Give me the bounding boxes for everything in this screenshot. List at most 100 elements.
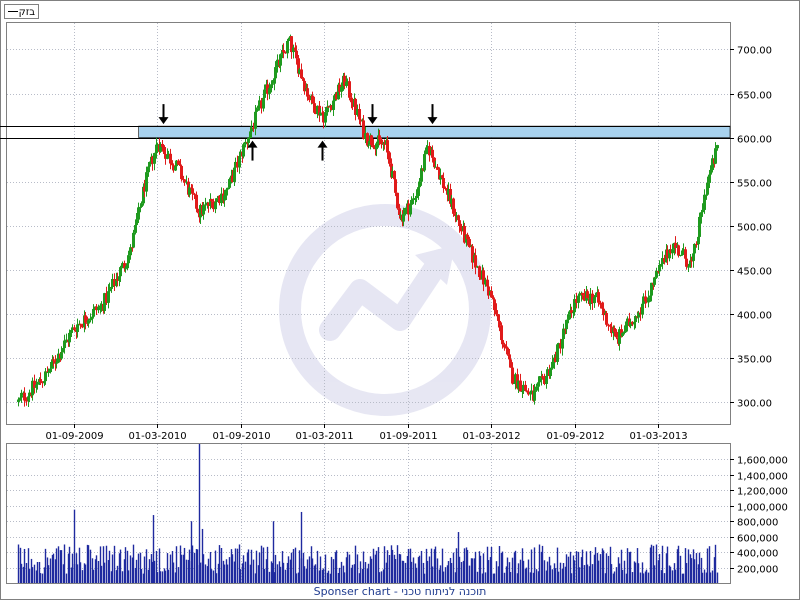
candle-body	[132, 232, 135, 248]
candle-body	[47, 372, 50, 374]
candle-body	[140, 203, 143, 207]
candle-body	[458, 220, 461, 227]
candle-body	[410, 199, 413, 205]
candle-body	[25, 400, 28, 402]
candle-body	[110, 286, 113, 289]
candle-body	[306, 88, 309, 97]
candle-body	[247, 138, 250, 143]
price-tick-label: 650.00	[737, 91, 772, 102]
candle-body	[490, 290, 493, 298]
volume-tick-label: 1,400,000	[737, 472, 788, 483]
candle-body	[701, 209, 704, 213]
candle-body	[119, 267, 122, 277]
candle-body	[242, 144, 245, 157]
candle-body	[436, 166, 439, 170]
candle-body	[68, 332, 71, 343]
candle-body	[161, 143, 164, 148]
date-tick-label: 01-09-2009	[45, 431, 103, 442]
candle-body	[39, 379, 42, 383]
candle-body	[129, 247, 132, 256]
candle-body	[693, 243, 696, 254]
candle-body	[380, 139, 383, 145]
candle-body	[135, 219, 138, 226]
candle-body	[415, 195, 418, 199]
price-tick-label: 550.00	[737, 179, 772, 190]
candle-body	[706, 182, 709, 195]
candle-body	[191, 188, 194, 194]
candle-body	[386, 140, 389, 153]
price-y-axis: 300.00 350.00 400.00 450.00 500.00 550.00 600.…	[730, 46, 772, 410]
candle-body	[332, 100, 335, 110]
volume-tick-label: 1,600,000	[737, 456, 788, 467]
volume-tick-label: 800,000	[737, 518, 778, 529]
candle-body	[525, 390, 528, 392]
candle-body	[444, 188, 447, 190]
candle-body	[655, 270, 658, 278]
date-tick-label: 01-03-2012	[462, 431, 520, 442]
candle-body	[581, 292, 584, 296]
candle-body	[153, 153, 156, 164]
candle-body	[137, 207, 140, 220]
candle-body	[36, 382, 39, 385]
price-tick-label: 350.00	[737, 355, 772, 366]
candle-body	[431, 149, 434, 158]
candle-body	[372, 145, 375, 148]
candle-body	[238, 156, 241, 168]
candle-body	[538, 378, 541, 383]
candle-body	[49, 368, 52, 373]
candle-body	[402, 214, 405, 222]
candle-body	[468, 239, 471, 248]
candle-body	[76, 324, 79, 333]
candle-body	[613, 328, 616, 332]
date-tick-label: 01-09-2012	[546, 431, 604, 442]
candle-body	[586, 291, 589, 299]
candle-body	[396, 192, 399, 209]
candle-body	[714, 148, 717, 164]
candle-body	[350, 97, 353, 103]
candle-body	[17, 399, 20, 402]
candle-body	[271, 83, 274, 85]
candle-body	[255, 108, 258, 112]
price-tick-label: 600.00	[737, 135, 772, 146]
candle-body	[73, 327, 76, 330]
candle-body	[658, 264, 661, 272]
candle-body	[541, 376, 544, 378]
date-tick-label: 01-03-2011	[295, 431, 353, 442]
candle-body	[108, 288, 111, 292]
candle-body	[498, 320, 501, 326]
candle-body	[493, 299, 496, 311]
candle-body	[506, 347, 509, 355]
price-tick-label: 500.00	[737, 223, 772, 234]
candle-body	[605, 312, 608, 325]
volume-tick-label: 200,000	[737, 565, 778, 576]
volume-panel: 200,000 400,000 600,000 800,000 1,000,000 1,2…	[6, 443, 788, 584]
candle-body	[166, 154, 169, 159]
candle-body	[615, 331, 618, 338]
candle-body	[23, 392, 26, 401]
candle-body	[311, 95, 314, 104]
candle-body	[210, 199, 213, 202]
candle-body	[223, 195, 226, 201]
candle-body	[287, 39, 290, 42]
candle-body	[394, 179, 397, 193]
candle-body	[653, 277, 656, 285]
candle-body	[44, 371, 47, 382]
candle-body	[501, 340, 504, 345]
candle-body	[195, 194, 198, 209]
candle-body	[215, 198, 218, 203]
candle-body	[268, 88, 271, 94]
volume-tick-label: 400,000	[737, 549, 778, 560]
legend: בזק	[4, 4, 39, 19]
candle-body	[87, 320, 90, 324]
candle-body	[679, 254, 682, 256]
candle-body	[273, 78, 276, 84]
candle-body	[52, 359, 55, 361]
candle-body	[97, 307, 100, 311]
candle-body	[599, 302, 602, 305]
candle-body	[549, 368, 552, 376]
candle-body	[565, 319, 568, 330]
candle-body	[226, 187, 229, 190]
candle-body	[698, 216, 701, 237]
candle-body	[621, 332, 624, 336]
footer-text: Sponser chart - תוכנה לניתוח טכני	[314, 585, 487, 598]
